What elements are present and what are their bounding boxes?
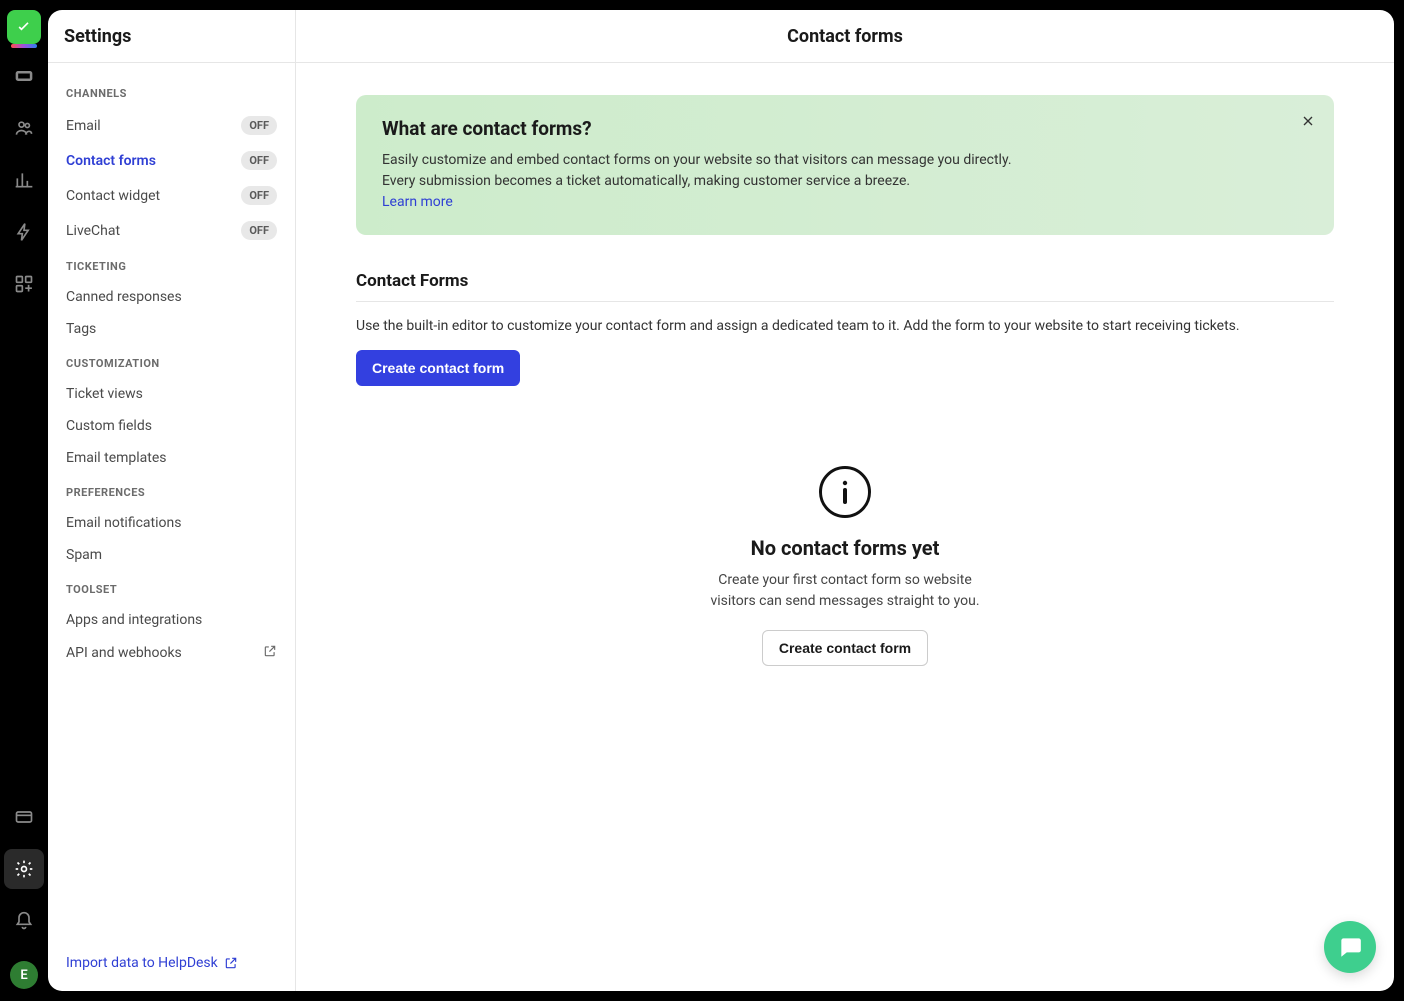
sidebar-item-label: Contact forms (66, 153, 156, 169)
sidebar-item-spam[interactable]: Spam (62, 539, 281, 571)
status-badge: OFF (241, 221, 277, 240)
sidebar-item-custom-fields[interactable]: Custom fields (62, 410, 281, 442)
nav-rail: E (0, 0, 48, 1001)
sidebar-item-label: Apps and integrations (66, 612, 202, 628)
import-data-label: Import data to HelpDesk (66, 955, 218, 971)
sidebar-item-label: Spam (66, 547, 102, 563)
sidebar-item-label: Ticket views (66, 386, 143, 402)
banner-title: What are contact forms? (382, 117, 1308, 140)
automation-icon[interactable] (4, 212, 44, 252)
info-icon (819, 466, 871, 518)
sidebar-item-tags[interactable]: Tags (62, 313, 281, 345)
status-badge: OFF (241, 116, 277, 135)
section-customization-label: CUSTOMIZATION (66, 357, 277, 370)
chat-icon (1337, 934, 1363, 960)
main-window: Settings Contact forms CHANNELS Email OF… (48, 10, 1394, 991)
section-description: Use the built-in editor to customize you… (356, 318, 1334, 334)
section-preferences-label: PREFERENCES (66, 486, 277, 499)
sidebar-item-label: Canned responses (66, 289, 182, 305)
import-data-link[interactable]: Import data to HelpDesk (66, 955, 238, 971)
sidebar-item-label: Contact widget (66, 188, 160, 204)
empty-state: No contact forms yet Create your first c… (356, 466, 1334, 666)
banner-learn-more-link[interactable]: Learn more (382, 194, 453, 210)
sidebar-item-email-notifications[interactable]: Email notifications (62, 507, 281, 539)
section-toolset-label: TOOLSET (66, 583, 277, 596)
empty-create-contact-form-button[interactable]: Create contact form (762, 630, 928, 666)
header-title-main: Contact forms (296, 10, 1394, 62)
sidebar-item-label: Custom fields (66, 418, 152, 434)
sidebar-item-apps-integrations[interactable]: Apps and integrations (62, 604, 281, 636)
sidebar-item-canned-responses[interactable]: Canned responses (62, 281, 281, 313)
sidebar-item-contact-widget[interactable]: Contact widget OFF (62, 178, 281, 213)
sidebar-item-label: Email (66, 118, 101, 134)
close-icon (1300, 113, 1316, 129)
sidebar-item-label: Email templates (66, 450, 167, 466)
people-icon[interactable] (4, 108, 44, 148)
sidebar-item-contact-forms[interactable]: Contact forms OFF (62, 143, 281, 178)
notifications-icon[interactable] (4, 901, 44, 941)
sidebar-item-label: Email notifications (66, 515, 181, 531)
reports-icon[interactable] (4, 160, 44, 200)
content-area: What are contact forms? Easily customize… (296, 63, 1394, 991)
section-ticketing-label: TICKETING (66, 260, 277, 273)
external-link-icon (224, 956, 238, 970)
settings-sidebar: CHANNELS Email OFF Contact forms OFF Con… (48, 63, 296, 991)
settings-icon[interactable] (4, 849, 44, 889)
sidebar-item-livechat[interactable]: LiveChat OFF (62, 213, 281, 248)
chat-fab[interactable] (1324, 921, 1376, 973)
section-title: Contact Forms (356, 271, 1334, 291)
external-link-icon (263, 644, 277, 662)
sidebar-item-ticket-views[interactable]: Ticket views (62, 378, 281, 410)
sidebar-item-label: API and webhooks (66, 645, 182, 661)
section-channels-label: CHANNELS (66, 87, 277, 100)
sidebar-item-api-webhooks[interactable]: API and webhooks (62, 636, 281, 670)
info-banner: What are contact forms? Easily customize… (356, 95, 1334, 235)
user-avatar[interactable]: E (10, 961, 38, 989)
billing-icon[interactable] (4, 797, 44, 837)
header-title-left: Settings (48, 10, 296, 62)
section-divider (356, 301, 1334, 302)
app-logo[interactable] (7, 10, 41, 44)
sidebar-item-label: Tags (66, 321, 96, 337)
banner-close-button[interactable] (1296, 109, 1320, 133)
apps-icon[interactable] (4, 264, 44, 304)
status-badge: OFF (241, 151, 277, 170)
sidebar-item-email[interactable]: Email OFF (62, 108, 281, 143)
sidebar-item-email-templates[interactable]: Email templates (62, 442, 281, 474)
create-contact-form-button[interactable]: Create contact form (356, 350, 520, 386)
empty-title: No contact forms yet (751, 536, 940, 560)
sidebar-item-label: LiveChat (66, 223, 120, 239)
status-badge: OFF (241, 186, 277, 205)
banner-body: Easily customize and embed contact forms… (382, 152, 1012, 189)
tickets-icon[interactable] (4, 56, 44, 96)
empty-description: Create your first contact form so websit… (695, 570, 995, 612)
header: Settings Contact forms (48, 10, 1394, 63)
